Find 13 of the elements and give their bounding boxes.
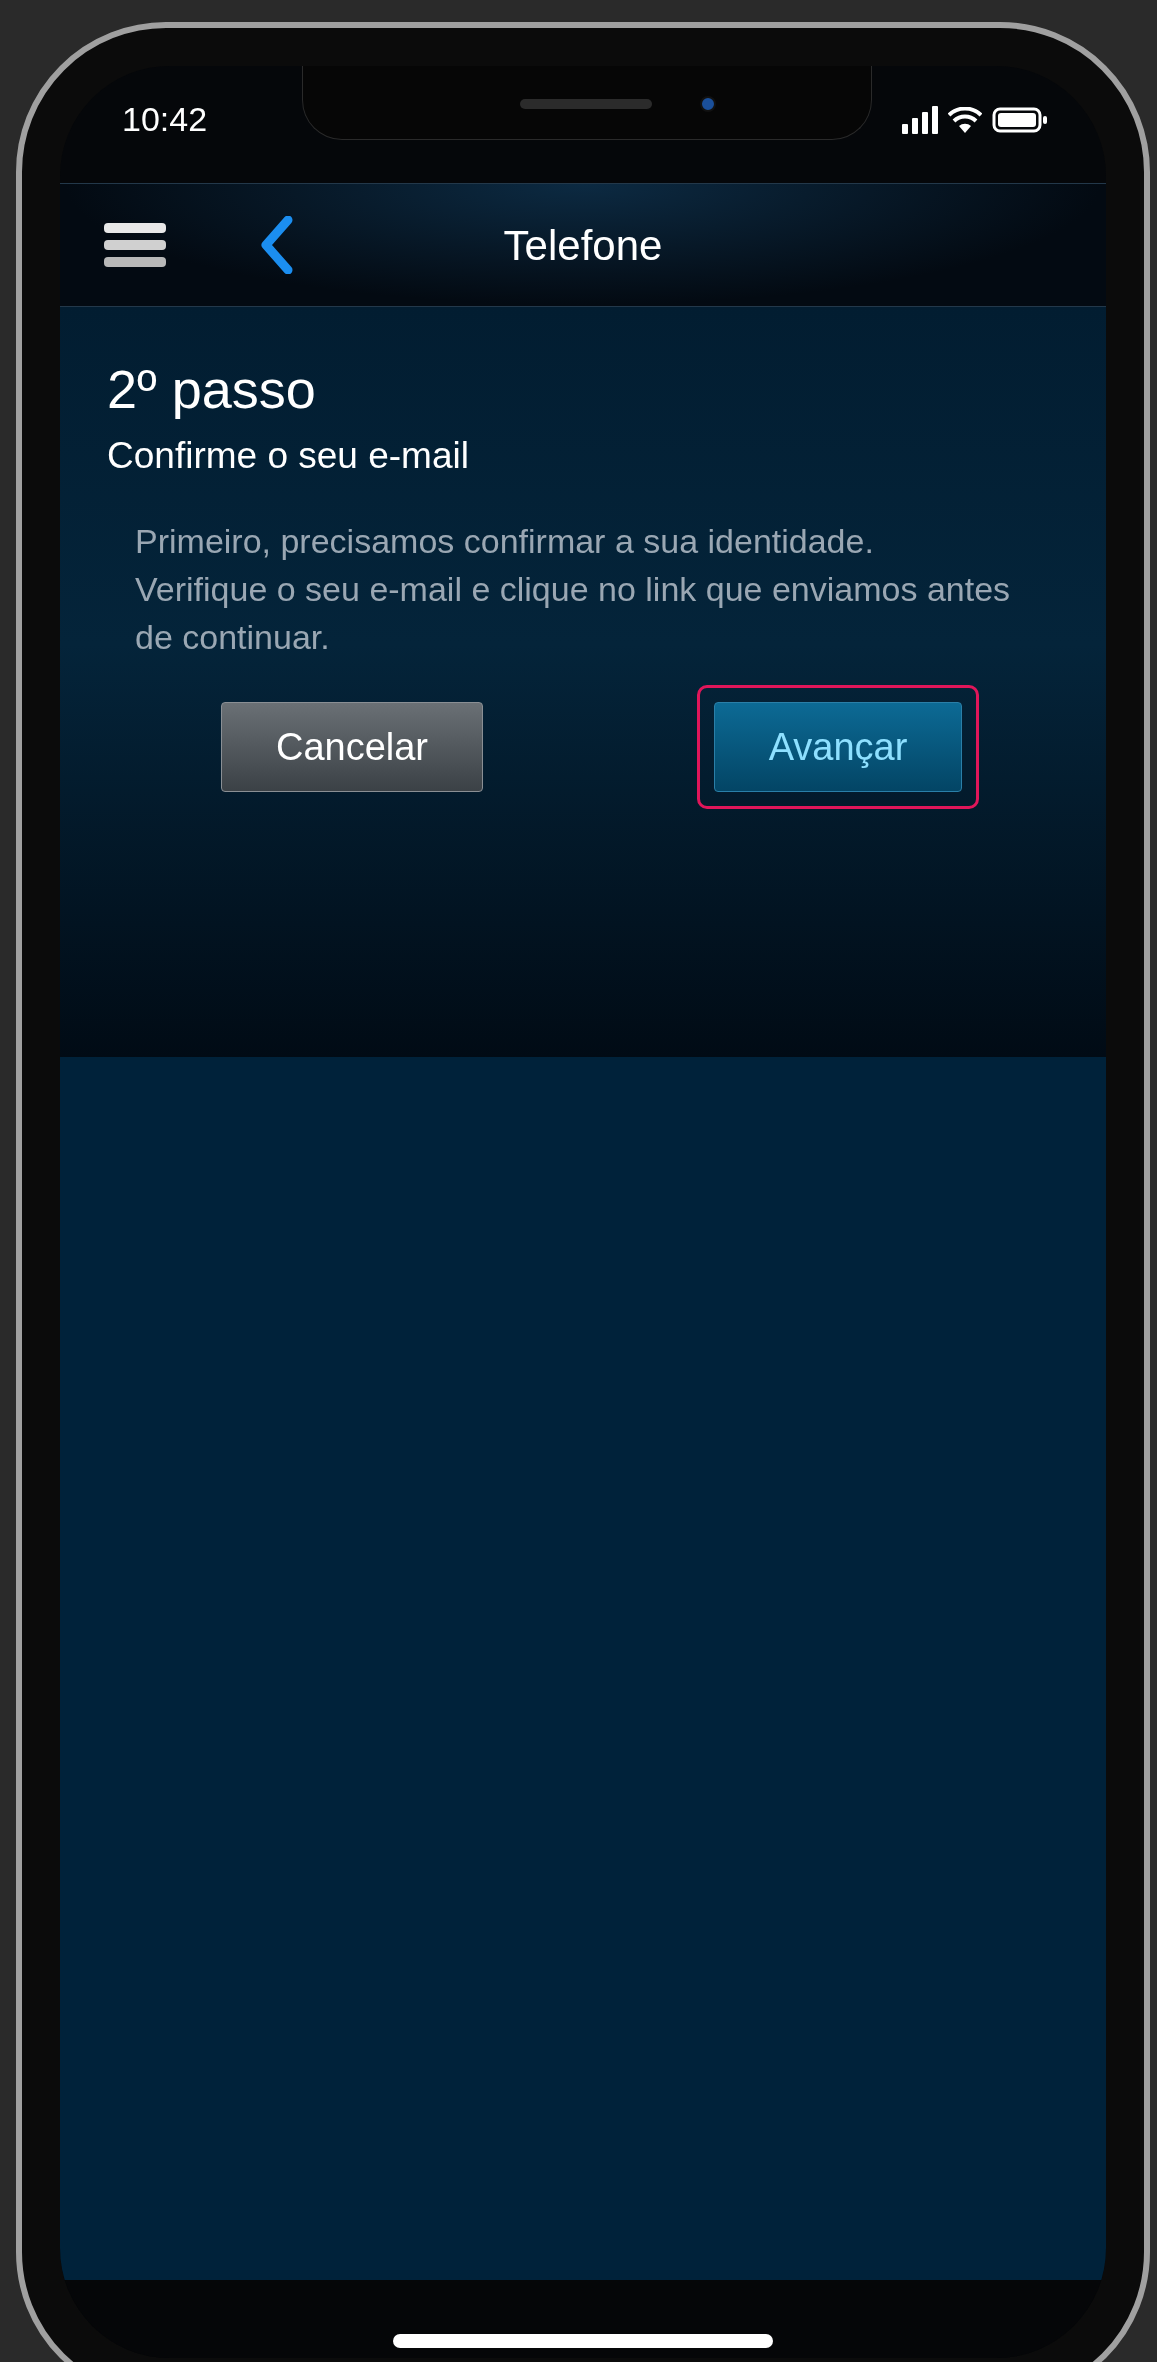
- step-message: Primeiro, precisamos confirmar a sua identidade. Verifique o seu e-mail e clique no link que enviamos antes de continuar.: [135, 521, 1012, 658]
- step-subtitle: Confirme o seu e-mail: [107, 434, 470, 478]
- signal-icon: [902, 105, 938, 134]
- screen-title: Telefone: [503, 220, 663, 271]
- speaker-icon: [520, 99, 652, 109]
- wifi-icon: [948, 106, 982, 133]
- battery-icon: [992, 106, 1048, 133]
- back-icon[interactable]: [258, 216, 294, 274]
- status-time: 10:42: [122, 99, 208, 140]
- next-button[interactable]: Avançar: [714, 702, 962, 792]
- cancel-button[interactable]: Cancelar: [221, 702, 483, 792]
- menu-icon[interactable]: [104, 223, 166, 267]
- step-title: 2º passo: [107, 359, 317, 419]
